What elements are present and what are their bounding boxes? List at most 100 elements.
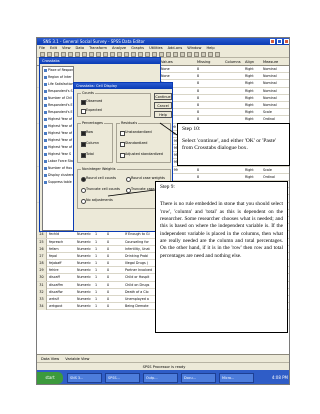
variable-item[interactable]: Place of Respondent (43, 67, 73, 74)
cell-width[interactable]: 1 (95, 239, 106, 246)
cell-name[interactable]: wrkgovt (49, 303, 76, 310)
toolbar-button-icon[interactable] (201, 52, 206, 57)
cell-measure[interactable]: Nominal (263, 95, 289, 102)
row-checkbox[interactable]: Row (81, 130, 93, 136)
variable-list[interactable]: Place of RespondentRegion of InterLife S… (42, 66, 74, 231)
cell-width[interactable]: 1 (95, 282, 106, 289)
total-checkbox[interactable]: Total (81, 152, 94, 158)
cell-type[interactable]: Numeric (77, 231, 94, 238)
variable-item[interactable]: Respondent's E (43, 102, 73, 109)
menu-item[interactable]: Add-ons (168, 46, 183, 50)
cell-decimals[interactable]: 0 (107, 253, 124, 260)
cell-name[interactable]: wrkslf (49, 296, 76, 303)
cell-type[interactable]: Numeric (77, 274, 94, 281)
cell-name[interactable]: fechld (49, 231, 76, 238)
cell-decimals[interactable]: 0 (107, 296, 124, 303)
cell-missing[interactable]: 8 (197, 102, 224, 109)
cell-missing[interactable]: 8 (197, 88, 224, 95)
variable-item[interactable]: Respondent's E (43, 109, 73, 116)
cell-values[interactable]: None (161, 66, 196, 73)
adjusted-standardized-checkbox[interactable]: Adjusted standardized (120, 152, 163, 158)
cell-measure[interactable]: Nominal (263, 73, 289, 80)
no-adjustments-radio[interactable]: No adjustments (81, 198, 113, 204)
variable-item[interactable]: Highest Year S (43, 151, 73, 158)
cell-name[interactable]: fefam (49, 246, 76, 253)
cell-name[interactable]: fehire (49, 267, 76, 274)
taskbar-task[interactable]: Micro... (219, 373, 254, 383)
cell-decimals[interactable]: 0 (107, 282, 124, 289)
cell-measure[interactable]: Nominal (263, 80, 289, 87)
cell-decimals[interactable]: 0 (107, 246, 124, 253)
toolbar-button-icon[interactable] (208, 52, 213, 57)
toolbar-button-icon[interactable] (166, 52, 171, 57)
tab-variable-view[interactable]: Variable View (65, 357, 89, 361)
cell-missing[interactable]: 8 (197, 109, 224, 116)
cell-measure[interactable]: Nominal (263, 88, 289, 95)
cell-name[interactable]: discaffm (49, 282, 76, 289)
continue-button[interactable]: Continue (154, 93, 172, 100)
column-header[interactable]: Columns (225, 58, 241, 66)
cell-missing[interactable]: 8 (197, 66, 224, 73)
variable-item[interactable]: Number of Chil (43, 95, 73, 102)
cell-name[interactable]: fejobaff (49, 260, 76, 267)
cell-align[interactable]: Right (245, 102, 262, 109)
cell-align[interactable]: Right (245, 80, 262, 87)
toolbar-button-icon[interactable] (180, 52, 185, 57)
cell-width[interactable]: 1 (95, 260, 106, 267)
cell-align[interactable]: Right (245, 174, 262, 181)
toolbar-button-icon[interactable] (215, 52, 220, 57)
cell-width[interactable]: 1 (95, 274, 106, 281)
cell-type[interactable]: Numeric (77, 239, 94, 246)
cell-decimals[interactable]: 0 (107, 303, 124, 310)
cell-type[interactable]: Numeric (77, 303, 94, 310)
close-icon[interactable] (284, 39, 289, 44)
menu-item[interactable]: Analyze (112, 46, 126, 50)
cell-measure[interactable]: Scale (263, 109, 289, 116)
cell-type[interactable]: Numeric (77, 246, 94, 253)
cell-align[interactable]: Right (245, 95, 262, 102)
cell-name[interactable]: discaff (49, 274, 76, 281)
cell-name[interactable]: fepol (49, 253, 76, 260)
variable-item[interactable]: Number of Hou (43, 165, 73, 172)
maximize-icon[interactable] (277, 39, 282, 44)
cell-width[interactable]: 1 (95, 253, 106, 260)
cell-width[interactable]: 1 (95, 289, 106, 296)
cell-type[interactable]: Numeric (77, 260, 94, 267)
observed-checkbox[interactable]: Observed (81, 99, 102, 105)
expected-checkbox[interactable]: Expected (81, 108, 102, 114)
cell-align[interactable]: Right (245, 73, 262, 80)
column-header[interactable]: Measure (263, 58, 278, 66)
cell-type[interactable]: Numeric (77, 267, 94, 274)
variable-item[interactable]: Highest Year of (43, 144, 73, 151)
cell-name[interactable]: fepresch (49, 239, 76, 246)
variable-item[interactable]: Suppress table (43, 179, 73, 186)
cell-decimals[interactable]: 0 (107, 289, 124, 296)
cell-type[interactable]: Numeric (77, 289, 94, 296)
cell-width[interactable]: 1 (95, 303, 106, 310)
cell-type[interactable]: Numeric (77, 253, 94, 260)
variable-item[interactable]: Highest Year of (43, 116, 73, 123)
taskbar-task[interactable]: SPSS... (105, 373, 140, 383)
menu-item[interactable]: Edit (50, 46, 57, 50)
cell-measure[interactable]: Nominal (263, 102, 289, 109)
taskbar-task[interactable]: Outp... (143, 373, 178, 383)
menu-item[interactable]: View (62, 46, 71, 50)
cell-name[interactable]: discaffw (49, 289, 76, 296)
variable-item[interactable]: Labor Force Sta (43, 158, 73, 165)
tab-data-view[interactable]: Data View (41, 357, 59, 361)
cell-values[interactable]: None (161, 73, 196, 80)
variable-item[interactable]: Highest Year of (43, 137, 73, 144)
toolbar-button-icon[interactable] (194, 52, 199, 57)
cell-measure[interactable]: Scale (263, 167, 289, 174)
cell-measure[interactable]: Nominal (263, 66, 289, 73)
cell-measure[interactable]: Ordinal (263, 174, 289, 181)
variable-item[interactable]: Highest Year of (43, 130, 73, 137)
start-button[interactable]: start (37, 372, 63, 384)
cell-width[interactable]: 1 (95, 231, 106, 238)
taskbar-task[interactable]: Docu... (181, 373, 216, 383)
cell-decimals[interactable]: 0 (107, 274, 124, 281)
variable-item[interactable]: Respondent's S (43, 88, 73, 95)
column-checkbox[interactable]: Column (81, 141, 99, 147)
minimize-icon[interactable] (270, 39, 275, 44)
cell-align[interactable]: Right (245, 66, 262, 73)
